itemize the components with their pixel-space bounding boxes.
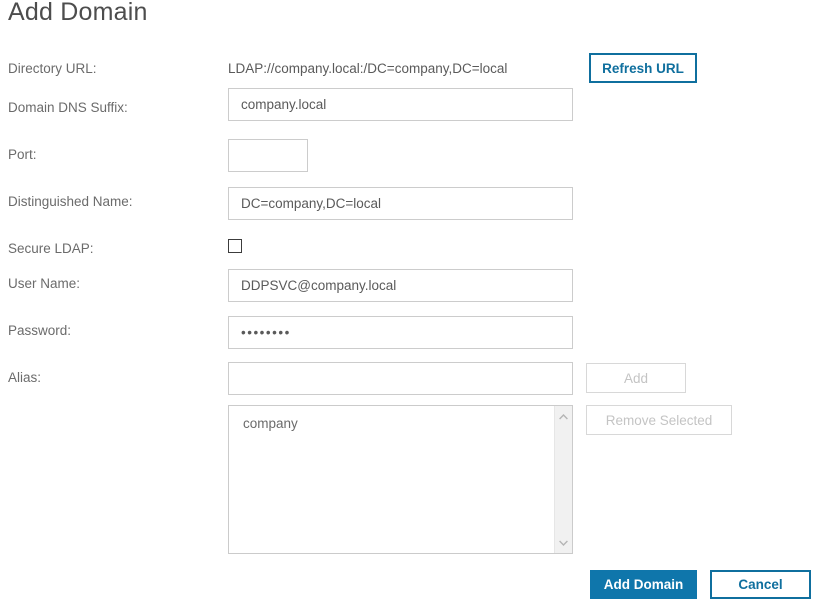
refresh-url-button[interactable]: Refresh URL [589, 53, 697, 83]
secure-ldap-label: Secure LDAP: [8, 241, 94, 256]
directory-url-label: Directory URL: [8, 61, 97, 76]
directory-url-value: LDAP://company.local:/DC=company,DC=loca… [228, 61, 507, 76]
alias-list-items: company [229, 406, 555, 553]
add-alias-button[interactable]: Add [586, 363, 686, 393]
port-label: Port: [8, 147, 37, 162]
chevron-down-icon[interactable] [555, 534, 572, 551]
add-domain-submit-button[interactable]: Add Domain [590, 570, 697, 599]
list-item[interactable]: company [243, 414, 555, 434]
alias-list-scrollbar[interactable] [554, 406, 572, 553]
user-name-input[interactable] [228, 269, 573, 302]
secure-ldap-checkbox[interactable] [228, 239, 242, 253]
alias-label: Alias: [8, 370, 41, 385]
password-input[interactable] [228, 316, 573, 349]
alias-input[interactable] [228, 362, 573, 395]
add-domain-page: Add Domain Directory URL: LDAP://company… [0, 0, 815, 606]
page-title: Add Domain [8, 0, 148, 27]
domain-dns-suffix-input[interactable] [228, 88, 573, 121]
remove-selected-button[interactable]: Remove Selected [586, 405, 732, 435]
port-input[interactable] [228, 139, 308, 172]
alias-listbox[interactable]: company [228, 405, 573, 554]
distinguished-name-label: Distinguished Name: [8, 194, 133, 209]
user-name-label: User Name: [8, 276, 80, 291]
chevron-up-icon[interactable] [555, 408, 572, 425]
password-label: Password: [8, 323, 71, 338]
distinguished-name-input[interactable] [228, 187, 573, 220]
domain-dns-suffix-label: Domain DNS Suffix: [8, 100, 128, 115]
cancel-button[interactable]: Cancel [710, 570, 811, 599]
